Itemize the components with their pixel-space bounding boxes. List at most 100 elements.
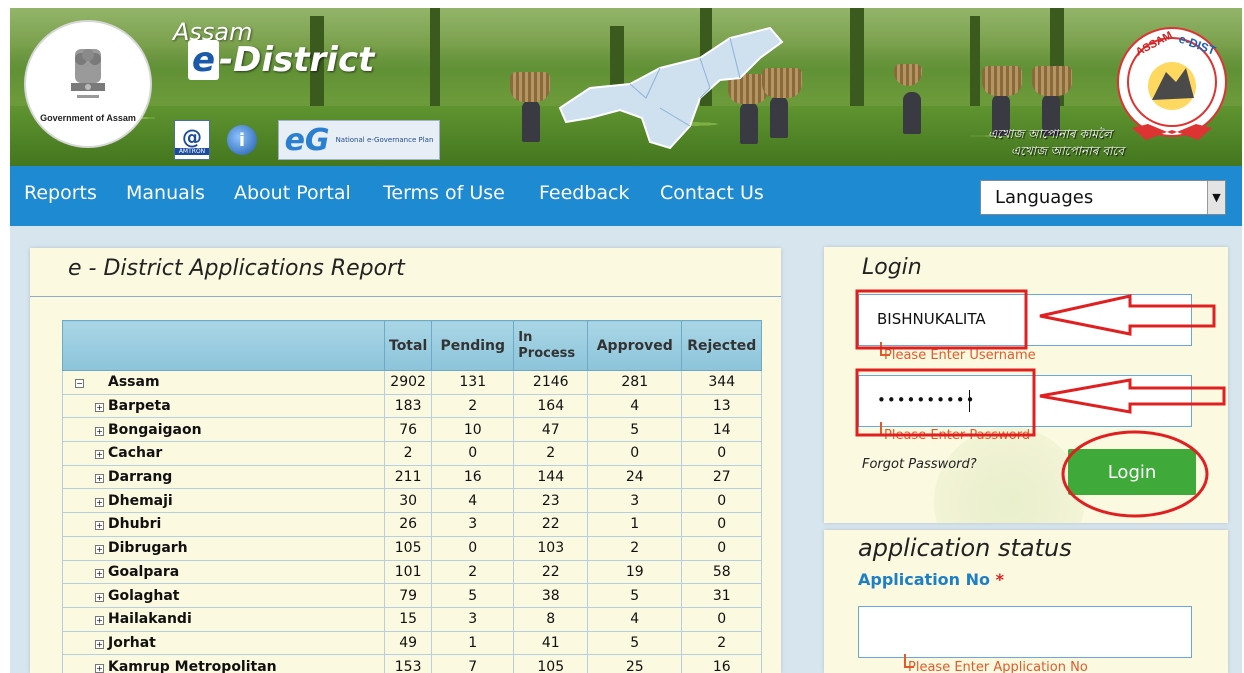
pending-cell: 131 — [431, 370, 515, 395]
rejected-cell: 0 — [681, 512, 763, 537]
government-emblem-logo: Government of Assam — [24, 20, 152, 148]
expand-icon[interactable]: + — [95, 403, 104, 413]
approved-cell: 5 — [587, 583, 683, 608]
district-name-cell: Bongaigaon — [108, 417, 385, 443]
expand-icon[interactable]: + — [95, 497, 104, 507]
nav-manuals[interactable]: Manuals — [126, 182, 205, 204]
in-process-cell: 8 — [513, 606, 589, 632]
expand-icon[interactable]: + — [95, 521, 104, 531]
approved-cell: 24 — [587, 464, 683, 490]
amtron-label: AMTRON — [175, 147, 209, 155]
nav-feedback[interactable]: Feedback — [539, 182, 629, 204]
password-value: •••••••••• — [877, 391, 976, 409]
password-field[interactable]: •••••••••• — [858, 375, 1192, 427]
username-field[interactable]: BISHNUKALITA — [858, 294, 1192, 346]
approved-cell: 19 — [587, 559, 683, 585]
in-process-cell: 23 — [513, 488, 589, 514]
collapse-icon[interactable]: − — [75, 379, 84, 389]
row-toggle-cell: + — [62, 654, 108, 673]
nav-terms-of-use[interactable]: Terms of Use — [383, 182, 505, 204]
column-header-in-process[interactable]: In Process — [513, 320, 589, 371]
expand-icon[interactable]: + — [95, 592, 104, 602]
approved-cell: 25 — [587, 654, 683, 673]
district-name-cell: Dibrugarh — [108, 535, 385, 561]
row-toggle-cell: + — [62, 441, 108, 466]
approved-cell: 2 — [587, 535, 683, 561]
row-toggle-cell: + — [62, 535, 108, 561]
text-cursor — [969, 390, 970, 412]
row-toggle-cell: + — [62, 464, 108, 490]
amtron-logo: @ AMTRON — [174, 120, 210, 160]
expand-icon[interactable]: + — [95, 545, 104, 555]
column-header-approved[interactable]: Approved — [587, 320, 683, 371]
expand-icon[interactable]: + — [95, 639, 104, 649]
district-name-cell: Darrang — [108, 464, 385, 490]
total-cell: 76 — [383, 417, 433, 443]
table-row: + Dhubri 26 3 22 1 0 — [62, 512, 763, 537]
table-row: + Cachar 2 0 2 0 0 — [62, 441, 763, 466]
pending-cell: 10 — [431, 417, 515, 443]
pending-cell: 4 — [431, 488, 515, 514]
approved-cell: 1 — [587, 512, 683, 537]
pending-cell: 0 — [431, 441, 515, 466]
languages-select[interactable]: Languages ▼ — [980, 180, 1226, 215]
in-process-cell: 41 — [513, 630, 589, 656]
rejected-cell: 27 — [681, 464, 763, 490]
applications-report-table: Total Pending In Process Approved Reject… — [62, 320, 763, 673]
table-header-row: Total Pending In Process Approved Reject… — [62, 320, 763, 371]
dropdown-arrow-icon[interactable]: ▼ — [1207, 181, 1225, 214]
login-title: Login — [862, 255, 922, 280]
district-column-header — [62, 320, 385, 371]
assamese-tagline: এখোজ আপোনাৰ কামলৈ এখোজ আপোনাৰ বাবে — [988, 126, 1124, 160]
column-header-rejected[interactable]: Rejected — [681, 320, 763, 371]
nav-contact-us[interactable]: Contact Us — [660, 182, 764, 204]
application-no-input[interactable] — [858, 606, 1192, 658]
pending-cell: 7 — [431, 654, 515, 673]
expand-icon[interactable]: + — [95, 426, 104, 436]
total-cell: 183 — [383, 393, 433, 419]
total-cell: 15 — [383, 606, 433, 632]
total-cell: 30 — [383, 488, 433, 514]
approved-cell: 4 — [587, 606, 683, 632]
globe-info-icon: i — [227, 125, 257, 155]
district-name-cell: Kamrup Metropolitan — [108, 654, 385, 673]
expand-icon[interactable]: + — [95, 568, 104, 578]
report-divider — [30, 296, 781, 297]
application-no-label: Application No * — [858, 570, 1004, 589]
district-name-cell: Dhubri — [108, 512, 385, 537]
egov-label: National e-Governance Plan — [335, 135, 434, 144]
main-nav: Reports Manuals About Portal Terms of Us… — [10, 166, 1242, 226]
approved-cell: 4 — [587, 393, 683, 419]
rejected-cell: 13 — [681, 393, 763, 419]
egov-mark-icon: eG — [284, 122, 330, 158]
district-name-cell: Cachar — [108, 441, 385, 466]
expand-icon[interactable]: + — [95, 474, 104, 484]
at-sign-icon: @ — [182, 124, 202, 149]
expand-icon[interactable]: + — [95, 663, 104, 673]
in-process-cell: 2146 — [513, 370, 589, 395]
total-cell: 49 — [383, 630, 433, 656]
nav-reports[interactable]: Reports — [24, 182, 97, 204]
expand-icon[interactable]: + — [95, 450, 104, 460]
expand-icon[interactable]: + — [95, 616, 104, 626]
table-row: − Assam 2902 131 2146 281 344 — [62, 370, 763, 395]
brand-edistrict: e -District — [188, 40, 374, 80]
total-cell: 2902 — [383, 370, 433, 395]
rejected-cell: 0 — [681, 606, 763, 632]
table-row: + Dibrugarh 105 0 103 2 0 — [62, 535, 763, 561]
pending-cell: 2 — [431, 393, 515, 419]
login-button[interactable]: Login — [1068, 449, 1196, 495]
district-name-cell: Assam — [108, 370, 385, 395]
assam-map-graphic — [558, 26, 784, 150]
ashoka-emblem-icon — [71, 49, 105, 98]
total-cell: 26 — [383, 512, 433, 537]
row-toggle-cell: + — [62, 559, 108, 585]
brand-e-letter: e — [188, 40, 220, 80]
forgot-password-link[interactable]: Forgot Password? — [862, 457, 977, 472]
column-header-pending[interactable]: Pending — [431, 320, 515, 371]
table-row: + Hailakandi 15 3 8 4 0 — [62, 606, 763, 632]
column-header-total[interactable]: Total — [383, 320, 433, 371]
pending-cell: 0 — [431, 535, 515, 561]
approved-cell: 281 — [587, 370, 683, 395]
nav-about-portal[interactable]: About Portal — [234, 182, 351, 204]
